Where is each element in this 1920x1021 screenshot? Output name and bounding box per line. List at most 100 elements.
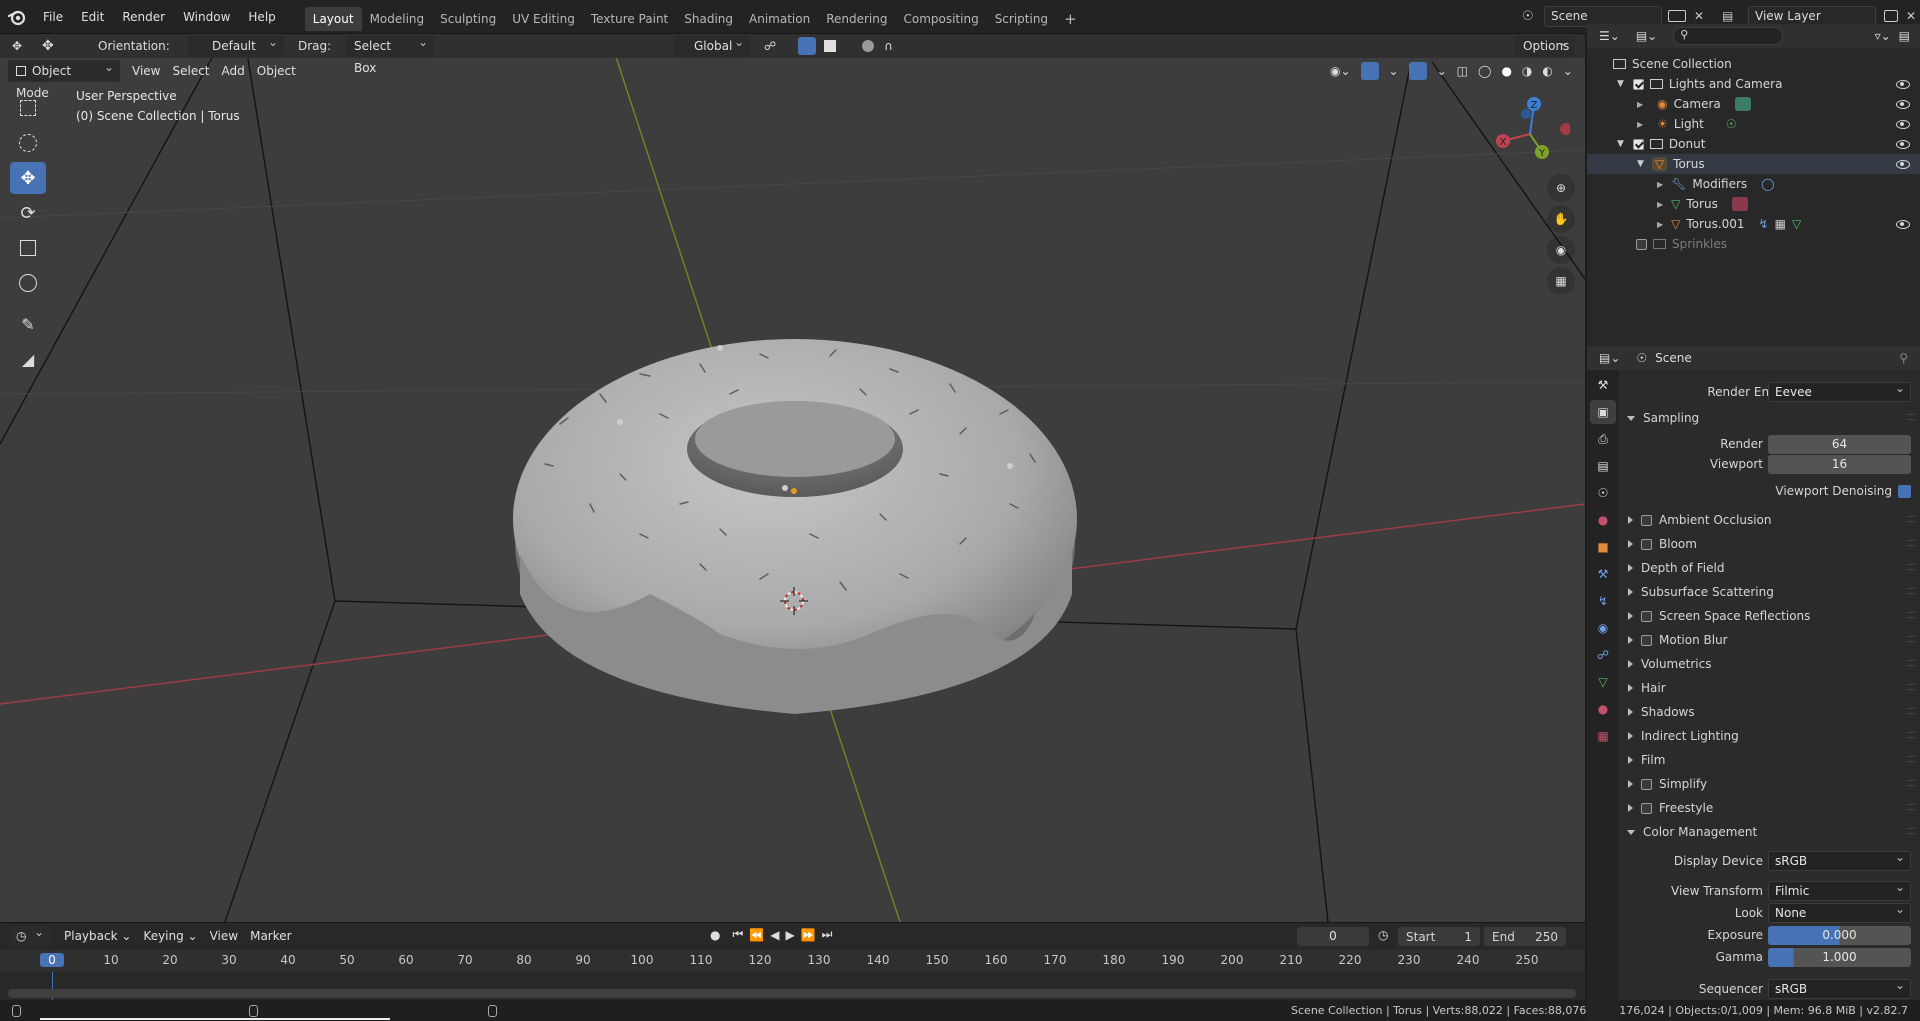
modifier-tab[interactable]: ⚒ (1590, 562, 1616, 586)
jump-start-icon[interactable]: ⏮ (732, 927, 743, 942)
panel-color-management[interactable]: Color Management (1619, 820, 1920, 844)
display-mode-icon[interactable]: ▤⌄ (1636, 29, 1657, 43)
timeline-menu-marker[interactable]: Marker (244, 925, 297, 947)
exclude-checkbox[interactable] (1632, 78, 1644, 90)
panel-ambient-occlusion[interactable]: Ambient Occlusion (1619, 508, 1920, 532)
panel-freestyle[interactable]: Freestyle (1619, 796, 1920, 820)
editor-type-dropdown[interactable]: ◷ (10, 921, 50, 947)
drag-grip-icon[interactable] (1908, 414, 1916, 420)
preview-range-icon[interactable]: ◷ (1378, 928, 1388, 942)
xray-icon[interactable]: ◫ (1457, 64, 1468, 78)
sequencer-dropdown[interactable]: sRGB (1768, 976, 1911, 999)
expand-arrow-icon[interactable]: ▶ (1657, 180, 1663, 189)
new-view-layer-icon[interactable] (1884, 10, 1898, 22)
drag-grip-icon[interactable] (1908, 564, 1916, 570)
next-keyframe-icon[interactable]: ⏩ (801, 928, 816, 942)
timeline-menu-keying[interactable]: Keying ⌄ (137, 925, 203, 947)
zoom-button[interactable]: ⊕ (1547, 174, 1575, 202)
drag-grip-icon[interactable] (1908, 756, 1916, 762)
outliner-row-light[interactable]: ▶ ☀ Light ☉ (1587, 114, 1920, 134)
tab-compositing[interactable]: Compositing (895, 7, 986, 31)
outliner-search-input[interactable]: ⚲ (1673, 27, 1784, 45)
panel-screen-space-reflections[interactable]: Screen Space Reflections (1619, 604, 1920, 628)
menu-file[interactable]: File (34, 0, 72, 34)
filter-icon[interactable]: ▿⌄ (1875, 29, 1891, 43)
transform-tool[interactable] (10, 267, 46, 299)
panel-enable-checkbox[interactable] (1641, 802, 1652, 814)
tab-rendering[interactable]: Rendering (818, 7, 895, 31)
solid-shading-icon[interactable]: ● (1501, 64, 1511, 78)
panel-motion-blur[interactable]: Motion Blur (1619, 628, 1920, 652)
drag-grip-icon[interactable] (1908, 828, 1916, 834)
timeline-scrollbar[interactable] (8, 989, 1576, 998)
world-tab[interactable]: ● (1590, 508, 1616, 532)
pan-button[interactable]: ✋ (1547, 205, 1575, 233)
panel-enable-checkbox[interactable] (1641, 610, 1652, 622)
tab-sculpting[interactable]: Sculpting (432, 7, 504, 31)
panel-shadows[interactable]: Shadows (1619, 700, 1920, 724)
drag-grip-icon[interactable] (1908, 588, 1916, 594)
view-transform-dropdown[interactable]: Filmic (1768, 878, 1911, 901)
tab-texture-paint[interactable]: Texture Paint (583, 7, 676, 31)
select-box-tool[interactable] (10, 92, 46, 124)
exposure-slider[interactable]: 0.000 (1768, 926, 1911, 945)
outliner-row-donut[interactable]: ▼ Donut (1587, 134, 1920, 154)
outliner-row-torus[interactable]: ▼ ▽ Torus (1587, 154, 1920, 174)
cursor-tool[interactable] (10, 127, 46, 159)
panel-indirect-lighting[interactable]: Indirect Lighting (1619, 724, 1920, 748)
eye-icon[interactable] (1896, 159, 1910, 169)
expand-arrow-icon[interactable]: ▶ (1657, 220, 1663, 229)
proportional-edit-icon[interactable] (862, 40, 875, 52)
sampling-viewport-field[interactable]: 16 (1768, 455, 1911, 474)
panel-volumetrics[interactable]: Volumetrics (1619, 652, 1920, 676)
output-tab[interactable]: ⎙ (1590, 427, 1616, 451)
particles-tab[interactable]: ↯ (1590, 589, 1616, 613)
view-layer-tab[interactable]: ▤ (1590, 454, 1616, 478)
tab-scripting[interactable]: Scripting (987, 7, 1056, 31)
snap-icon[interactable] (798, 37, 817, 55)
expand-arrow-icon[interactable]: ▼ (1637, 159, 1644, 169)
current-frame-field[interactable]: 0 (1297, 927, 1369, 946)
wireframe-shading-icon[interactable]: ◯ (1478, 64, 1491, 78)
measure-tool[interactable]: ◢ (10, 343, 46, 375)
jump-end-icon[interactable]: ⏭ (822, 927, 833, 942)
panel-enable-checkbox[interactable] (1641, 514, 1652, 526)
outliner-row-camera[interactable]: ▶ ◉ Camera (1587, 94, 1920, 114)
prev-keyframe-icon[interactable]: ⏪ (749, 928, 764, 942)
rendered-shading-icon[interactable]: ◐ (1542, 64, 1552, 78)
tool-tab[interactable]: ⚒ (1590, 373, 1616, 397)
drag-grip-icon[interactable] (1908, 732, 1916, 738)
viewport-menu-object[interactable]: Object (251, 60, 302, 82)
snap-target-icon[interactable] (824, 40, 837, 52)
drag-grip-icon[interactable] (1908, 804, 1916, 810)
properties-editor-type-icon[interactable]: ▤⌄ (1599, 351, 1620, 365)
panel-enable-checkbox[interactable] (1641, 778, 1652, 790)
panel-film[interactable]: Film (1619, 748, 1920, 772)
exclude-checkbox[interactable] (1636, 238, 1647, 250)
drag-grip-icon[interactable] (1908, 516, 1916, 522)
drag-grip-icon[interactable] (1908, 612, 1916, 618)
expand-arrow-icon[interactable]: ▼ (1617, 139, 1624, 149)
tab-shading[interactable]: Shading (676, 7, 741, 31)
new-scene-icon[interactable] (1668, 10, 1686, 22)
mode-dropdown[interactable]: Object Mode (8, 56, 120, 100)
texture-tab[interactable]: ▦ (1590, 724, 1616, 748)
expand-arrow-icon[interactable]: ▶ (1637, 100, 1643, 109)
rotate-tool[interactable]: ⟳ (10, 197, 46, 229)
viewport-menu-add[interactable]: Add (216, 60, 251, 82)
pivot-icon[interactable]: ☍ (764, 39, 776, 53)
move-tool[interactable]: ✥ (10, 162, 46, 194)
outliner-row-scene-collection[interactable]: Scene Collection (1587, 54, 1920, 74)
data-tab[interactable]: ▽ (1590, 670, 1616, 694)
play-icon[interactable]: ▶ (785, 928, 794, 942)
move-tool-icon[interactable]: ✥ (42, 38, 76, 54)
ortho-toggle-button[interactable]: ▦ (1547, 267, 1575, 295)
render-tab[interactable]: ▣ (1590, 400, 1616, 424)
physics-tab[interactable]: ◉ (1590, 616, 1616, 640)
constraints-tab[interactable]: ☍ (1590, 643, 1616, 667)
timeline-menu-playback[interactable]: Playback ⌄ (58, 925, 137, 947)
menu-help[interactable]: Help (239, 0, 284, 34)
add-workspace-button[interactable]: + (1056, 7, 1085, 31)
end-frame-field[interactable]: End 250 (1484, 927, 1566, 946)
look-dropdown[interactable]: None (1768, 900, 1911, 923)
